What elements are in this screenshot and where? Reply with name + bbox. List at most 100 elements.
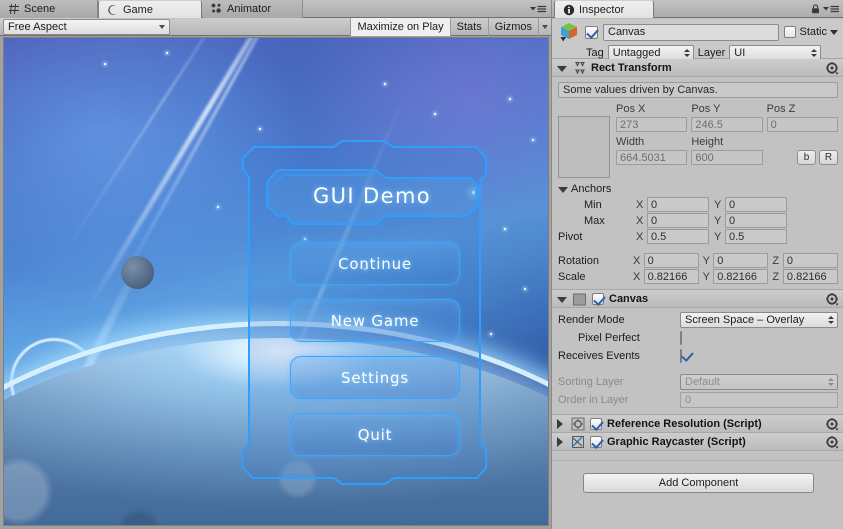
gear-icon[interactable] <box>826 436 839 449</box>
lock-icon[interactable] <box>811 4 820 14</box>
canvas-enabled-checkbox[interactable] <box>592 293 604 305</box>
sorting-layer-value: Default <box>685 376 720 388</box>
gizmos-button[interactable]: Gizmos <box>488 18 538 36</box>
game-view[interactable]: GUI Demo Continue New Game Settings Quit <box>3 37 549 526</box>
unity-editor-window: Scene Game <box>0 0 843 529</box>
graphic-raycaster-icon <box>571 435 585 449</box>
pivot-x-field[interactable]: 0.5 <box>647 229 709 244</box>
foldout-arrow-icon[interactable] <box>558 187 568 193</box>
axis-y-label: Y <box>714 215 725 227</box>
blueprint-mode-button[interactable]: b <box>797 150 816 165</box>
rotation-label: Rotation <box>558 255 633 267</box>
component-canvas: Canvas Render Mode <box>552 290 843 415</box>
gameobject-enabled-checkbox[interactable] <box>585 26 598 39</box>
pivot-row: Pivot X 0.5 Y 0.5 <box>558 229 838 244</box>
canvas-header[interactable]: Canvas <box>552 290 843 308</box>
raw-edit-mode-label: R <box>825 152 832 163</box>
foldout-arrow-icon[interactable] <box>557 297 567 303</box>
tab-inspector[interactable]: Inspector <box>554 0 654 18</box>
gear-icon[interactable] <box>826 418 839 431</box>
menu-button-label: Continue <box>338 255 412 273</box>
foldout-arrow-icon[interactable] <box>557 66 567 72</box>
render-mode-label: Render Mode <box>558 314 680 326</box>
anchor-max-y-field[interactable]: 0 <box>725 213 787 228</box>
game-panel: Scene Game <box>0 0 551 529</box>
menu-button-settings[interactable]: Settings <box>290 356 460 399</box>
pos-x-label: Pos X <box>616 103 687 115</box>
foldout-arrow-icon[interactable] <box>557 419 566 429</box>
tab-game[interactable]: Game <box>98 0 202 18</box>
render-mode-row: Render Mode Screen Space – Overlay <box>558 311 838 328</box>
menu-button-quit[interactable]: Quit <box>290 413 460 456</box>
raw-edit-mode-button[interactable]: R <box>819 150 838 165</box>
render-mode-dropdown[interactable]: Screen Space – Overlay <box>680 312 838 328</box>
width-label: Width <box>616 136 687 148</box>
receives-events-checkbox[interactable] <box>680 349 682 363</box>
axis-x-label: X <box>636 215 647 227</box>
stats-button[interactable]: Stats <box>450 18 488 36</box>
menu-button-continue[interactable]: Continue <box>290 242 460 285</box>
axis-x-label: X <box>636 231 647 243</box>
static-label: Static <box>799 26 827 38</box>
anchor-max-y-value: 0 <box>729 215 735 227</box>
gear-icon[interactable] <box>826 293 839 306</box>
anchor-preset-button[interactable] <box>558 116 610 178</box>
pos-z-field[interactable]: 0 <box>767 117 838 132</box>
aspect-ratio-dropdown[interactable]: Free Aspect <box>3 19 170 35</box>
rotation-z-field[interactable]: 0 <box>783 253 838 268</box>
component-graphic-raycaster[interactable]: Graphic Raycaster (Script) <box>552 433 843 451</box>
prefab-cube-icon[interactable] <box>558 21 580 43</box>
graphic-raycaster-enabled-checkbox[interactable] <box>590 436 602 448</box>
pixel-perfect-checkbox[interactable] <box>680 331 682 345</box>
menu-button-label: New Game <box>331 312 420 330</box>
axis-y-label: Y <box>714 231 725 243</box>
anchor-min-x-value: 0 <box>651 199 657 211</box>
panel-menu-icon[interactable] <box>822 4 840 14</box>
pos-y-field[interactable]: 246.5 <box>691 117 762 132</box>
scale-z-field[interactable]: 0.82166 <box>783 269 838 284</box>
tab-scene[interactable]: Scene <box>0 0 98 18</box>
pivot-y-field[interactable]: 0.5 <box>725 229 787 244</box>
tab-animator[interactable]: Animator <box>203 0 303 18</box>
chevron-down-icon[interactable] <box>830 30 838 35</box>
foldout-arrow-icon[interactable] <box>557 437 566 447</box>
anchor-max-label: Max <box>558 215 636 227</box>
rect-transform-body: Some values driven by Canvas. Pos X Pos … <box>552 77 843 289</box>
anchor-max-row: Max X 0 Y 0 <box>558 213 838 228</box>
width-field[interactable]: 664.5031 <box>616 150 687 165</box>
menu-button-label: Settings <box>341 369 409 387</box>
anchor-max-x-field[interactable]: 0 <box>647 213 709 228</box>
gameobject-name-field[interactable]: Canvas <box>603 24 779 41</box>
rect-transform-header[interactable]: Rect Transform <box>552 59 843 77</box>
tab-inspector-label: Inspector <box>579 4 624 16</box>
tab-scene-label: Scene <box>24 3 55 15</box>
rotation-x-value: 0 <box>648 255 654 267</box>
static-checkbox[interactable] <box>784 26 796 38</box>
add-component-button[interactable]: Add Component <box>583 473 814 493</box>
scale-x-field[interactable]: 0.82166 <box>644 269 699 284</box>
rotation-x-field[interactable]: 0 <box>644 253 699 268</box>
gui-demo-menu-frame: GUI Demo Continue New Game Settings Quit <box>238 138 491 488</box>
render-mode-value: Screen Space – Overlay <box>685 314 804 326</box>
anchor-min-y-field[interactable]: 0 <box>725 197 787 212</box>
component-reference-resolution[interactable]: Reference Resolution (Script) <box>552 415 843 433</box>
maximize-on-play-button[interactable]: Maximize on Play <box>350 18 449 36</box>
static-toggle[interactable]: Static <box>784 26 838 38</box>
anchor-min-x-field[interactable]: 0 <box>647 197 709 212</box>
gizmos-label: Gizmos <box>495 21 532 33</box>
gear-icon[interactable] <box>826 62 839 75</box>
height-field[interactable]: 600 <box>691 150 762 165</box>
rotation-z-value: 0 <box>787 255 793 267</box>
scale-y-field[interactable]: 0.82166 <box>713 269 768 284</box>
rect-transform-helpbox: Some values driven by Canvas. <box>558 82 838 98</box>
anchors-foldout[interactable]: Anchors <box>558 181 838 196</box>
panel-menu-icon[interactable] <box>529 4 547 14</box>
rotation-y-field[interactable]: 0 <box>713 253 768 268</box>
gizmos-dropdown-arrow[interactable] <box>538 18 551 36</box>
scale-y-value: 0.82166 <box>717 271 757 283</box>
pos-x-field[interactable]: 273 <box>616 117 687 132</box>
menu-button-new-game[interactable]: New Game <box>290 299 460 342</box>
tag-value: Untagged <box>613 47 661 59</box>
maximize-on-play-label: Maximize on Play <box>357 21 443 33</box>
reference-resolution-enabled-checkbox[interactable] <box>590 418 602 430</box>
